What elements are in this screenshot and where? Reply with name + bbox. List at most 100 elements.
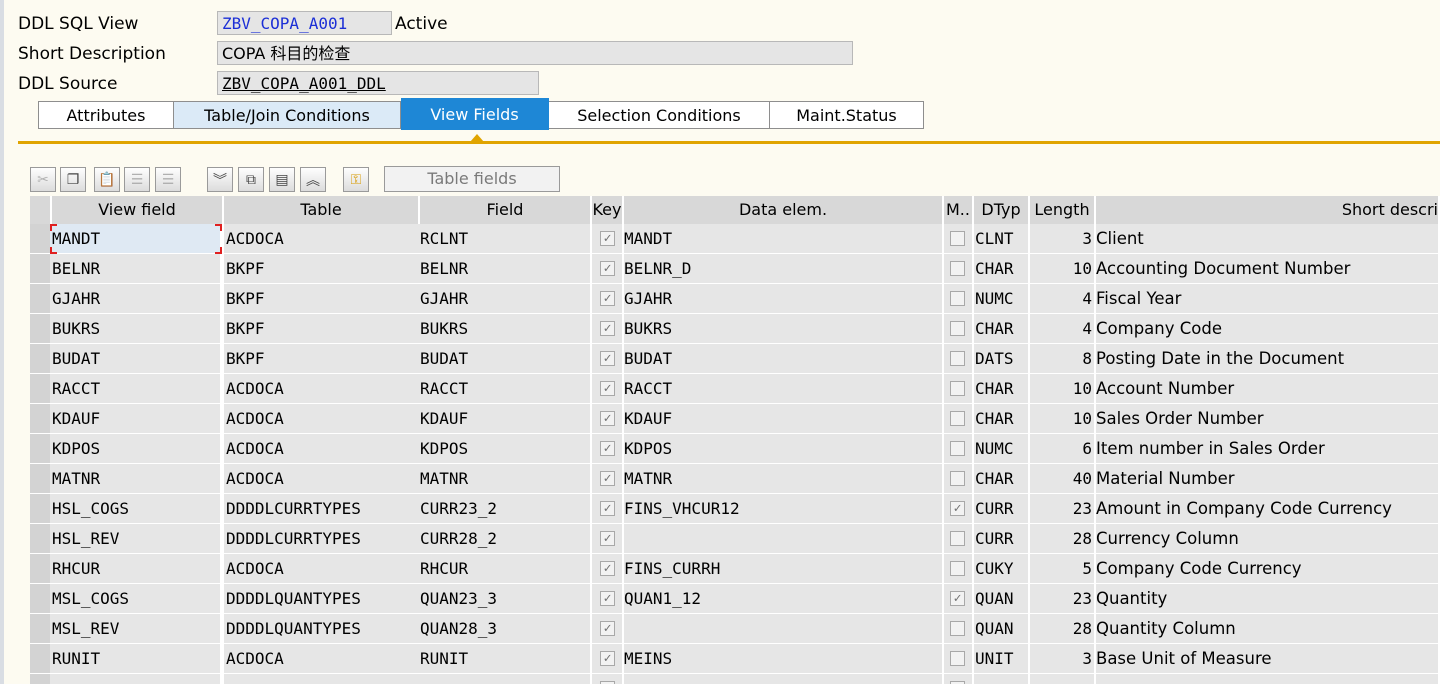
mod-checkbox[interactable] bbox=[950, 531, 965, 546]
cell-length[interactable]: 28 bbox=[1030, 614, 1096, 644]
cell-view-field[interactable]: BELNR bbox=[50, 254, 222, 284]
col-header-dtyp[interactable]: DTyp bbox=[974, 196, 1030, 224]
cell-field[interactable]: QUAN28_3 bbox=[418, 614, 592, 644]
cell-data-elem[interactable]: FINS_CURRH bbox=[624, 554, 944, 584]
cell-view-field[interactable]: HSL_REV bbox=[50, 524, 222, 554]
cell-data-elem[interactable]: BUDAT bbox=[624, 344, 944, 374]
table-row[interactable]: BUDAT BKPF BUDAT ✓ BUDAT DATS 8 Posting Date in… bbox=[30, 344, 1440, 374]
cell-length[interactable]: 23 bbox=[1030, 584, 1096, 614]
cell-short-desc[interactable]: Currency Column bbox=[1096, 524, 1440, 554]
row-selector[interactable] bbox=[30, 344, 50, 374]
key-checkbox[interactable]: ✓ bbox=[600, 441, 615, 456]
cell-table[interactable]: DDDDLCURRTYPES bbox=[224, 494, 420, 524]
key-checkbox[interactable]: ✓ bbox=[600, 591, 615, 606]
mod-checkbox[interactable] bbox=[950, 261, 965, 276]
key-icon[interactable]: ⚿ bbox=[343, 167, 369, 192]
cell-short-desc[interactable] bbox=[1096, 674, 1440, 684]
collapse-icon[interactable]: ︾ bbox=[207, 167, 233, 192]
cell-length[interactable]: 10 bbox=[1030, 374, 1096, 404]
cell-data-elem[interactable]: KDAUF bbox=[624, 404, 944, 434]
table-row-empty[interactable] bbox=[30, 674, 1440, 684]
ddl-source-link[interactable]: ZBV_COPA_A001_DDL bbox=[222, 74, 386, 93]
table-insert-icon[interactable]: ⧉ bbox=[238, 167, 264, 192]
cell-short-desc[interactable]: Accounting Document Number bbox=[1096, 254, 1440, 284]
cell-data-elem[interactable]: BUKRS bbox=[624, 314, 944, 344]
row-selector[interactable] bbox=[30, 554, 50, 584]
col-header-field[interactable]: Field bbox=[420, 196, 592, 224]
cell-length[interactable]: 5 bbox=[1030, 554, 1096, 584]
mod-checkbox[interactable] bbox=[950, 441, 965, 456]
cell-dtyp[interactable]: CHAR bbox=[974, 254, 1030, 284]
cell-data-elem[interactable]: KDPOS bbox=[624, 434, 944, 464]
cell-length[interactable]: 23 bbox=[1030, 494, 1096, 524]
cell-dtyp[interactable]: NUMC bbox=[974, 284, 1030, 314]
cell-table[interactable]: BKPF bbox=[224, 254, 420, 284]
cell-data-elem[interactable]: MANDT bbox=[624, 224, 944, 254]
mod-checkbox[interactable] bbox=[950, 381, 965, 396]
insert-row-icon[interactable]: ☰ bbox=[124, 167, 150, 192]
key-checkbox[interactable]: ✓ bbox=[600, 621, 615, 636]
cell-data-elem[interactable]: BELNR_D bbox=[624, 254, 944, 284]
cell-data-elem[interactable]: RACCT bbox=[624, 374, 944, 404]
cell-field[interactable]: CURR28_2 bbox=[418, 524, 592, 554]
cell-dtyp[interactable]: NUMC bbox=[974, 434, 1030, 464]
tab-table-join-conditions[interactable]: Table/Join Conditions bbox=[174, 101, 401, 129]
cell-table[interactable]: BKPF bbox=[224, 314, 420, 344]
cell-length[interactable]: 6 bbox=[1030, 434, 1096, 464]
table-row[interactable]: RACCT ACDOCA RACCT ✓ RACCT CHAR 10 Account Numb… bbox=[30, 374, 1440, 404]
table-row[interactable]: GJAHR BKPF GJAHR ✓ GJAHR NUMC 4 Fiscal Year bbox=[30, 284, 1440, 314]
cell-dtyp[interactable]: QUAN bbox=[974, 584, 1030, 614]
key-checkbox[interactable]: ✓ bbox=[600, 231, 615, 246]
cell-view-field[interactable]: KDAUF bbox=[50, 404, 222, 434]
cell-short-desc[interactable]: Company Code bbox=[1096, 314, 1440, 344]
mod-checkbox[interactable] bbox=[950, 321, 965, 336]
key-checkbox[interactable]: ✓ bbox=[600, 531, 615, 546]
cell-short-desc[interactable]: Account Number bbox=[1096, 374, 1440, 404]
cell-short-desc[interactable]: Item number in Sales Order bbox=[1096, 434, 1440, 464]
table-row[interactable]: MANDT ACDOCA RCLNT ✓ MANDT CLNT 3 Client bbox=[30, 224, 1440, 254]
cell-dtyp[interactable]: CURR bbox=[974, 494, 1030, 524]
table-row[interactable]: RUNIT ACDOCA RUNIT ✓ MEINS UNIT 3 Base Unit of … bbox=[30, 644, 1440, 674]
cell-short-desc[interactable]: Company Code Currency bbox=[1096, 554, 1440, 584]
row-selector[interactable] bbox=[30, 494, 50, 524]
cell-view-field[interactable]: GJAHR bbox=[50, 284, 222, 314]
row-selector[interactable] bbox=[30, 284, 50, 314]
cell-dtyp[interactable]: CHAR bbox=[974, 314, 1030, 344]
col-header-key[interactable]: Key bbox=[592, 196, 624, 224]
cell-length[interactable]: 3 bbox=[1030, 224, 1096, 254]
key-checkbox[interactable]: ✓ bbox=[600, 381, 615, 396]
cell-view-field[interactable]: RACCT bbox=[50, 374, 222, 404]
delete-row-icon[interactable]: ☰ bbox=[155, 167, 181, 192]
ddl-source-field[interactable]: ZBV_COPA_A001_DDL bbox=[217, 71, 539, 95]
select-all-cell[interactable] bbox=[30, 196, 52, 224]
cell-field[interactable]: RACCT bbox=[418, 374, 592, 404]
cell-view-field[interactable]: HSL_COGS bbox=[50, 494, 222, 524]
cell-data-elem[interactable]: MATNR bbox=[624, 464, 944, 494]
table-row[interactable]: RHCUR ACDOCA RHCUR ✓ FINS_CURRH CUKY 5 Company … bbox=[30, 554, 1440, 584]
table-row[interactable]: MSL_REV DDDDLQUANTYPES QUAN28_3 ✓ QUAN 28 Quan… bbox=[30, 614, 1440, 644]
cell-field[interactable] bbox=[418, 674, 592, 684]
cell-field[interactable]: RUNIT bbox=[418, 644, 592, 674]
mod-checkbox[interactable] bbox=[950, 351, 965, 366]
key-checkbox[interactable]: ✓ bbox=[600, 351, 615, 366]
cell-data-elem[interactable]: GJAHR bbox=[624, 284, 944, 314]
cell-dtyp[interactable]: CURR bbox=[974, 524, 1030, 554]
cell-dtyp[interactable]: CUKY bbox=[974, 554, 1030, 584]
cell-data-elem[interactable] bbox=[624, 674, 944, 684]
cell-short-desc[interactable]: Sales Order Number bbox=[1096, 404, 1440, 434]
cut-icon[interactable]: ✂ bbox=[30, 167, 56, 192]
cell-data-elem[interactable]: QUAN1_12 bbox=[624, 584, 944, 614]
cell-view-field[interactable]: BUKRS bbox=[50, 314, 222, 344]
mod-checkbox[interactable] bbox=[950, 291, 965, 306]
col-header-table[interactable]: Table bbox=[224, 196, 420, 224]
table-row[interactable]: BELNR BKPF BELNR ✓ BELNR_D CHAR 10 Accounting D… bbox=[30, 254, 1440, 284]
table-row[interactable]: MATNR ACDOCA MATNR ✓ MATNR CHAR 40 Material Num… bbox=[30, 464, 1440, 494]
cell-table[interactable]: DDDDLCURRTYPES bbox=[224, 524, 420, 554]
row-selector[interactable] bbox=[30, 584, 50, 614]
cell-field[interactable]: MATNR bbox=[418, 464, 592, 494]
col-header-length[interactable]: Length bbox=[1030, 196, 1096, 224]
cell-dtyp[interactable]: QUAN bbox=[974, 614, 1030, 644]
cell-view-field[interactable]: MATNR bbox=[50, 464, 222, 494]
table-row[interactable]: HSL_COGS DDDDLCURRTYPES CURR23_2 ✓ FINS_VHCU… bbox=[30, 494, 1440, 524]
table-select-icon[interactable]: ▤ bbox=[269, 167, 295, 192]
